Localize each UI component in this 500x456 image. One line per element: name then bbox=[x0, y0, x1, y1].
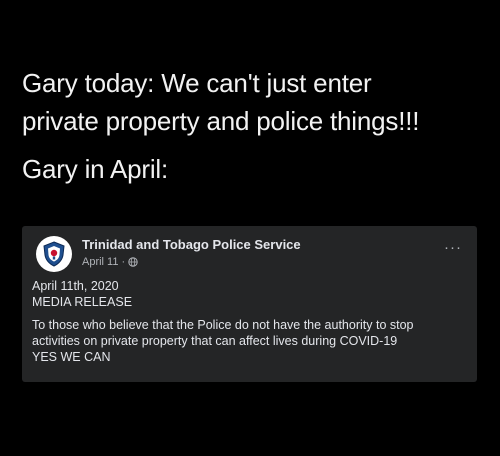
meta-separator: · bbox=[121, 256, 126, 268]
caption-line-2: private property and police things!!! bbox=[22, 106, 420, 136]
post-body-text-3: YES WE CAN bbox=[32, 350, 111, 364]
caption-line-3: Gary in April: bbox=[22, 154, 169, 184]
facebook-post-card: Trinidad and Tobago Police Service April… bbox=[22, 226, 477, 382]
post-body-text-2: activities on private property that can … bbox=[32, 334, 398, 348]
page-avatar[interactable] bbox=[36, 236, 72, 272]
more-options-button[interactable]: ··· bbox=[441, 240, 465, 256]
caption-line-1: Gary today: We can't just enter bbox=[22, 68, 372, 98]
globe-icon bbox=[128, 257, 138, 267]
meme-caption: Gary today: We can't just enter private … bbox=[22, 64, 492, 188]
post-body-text-1: To those who believe that the Police do … bbox=[32, 318, 414, 332]
post-body: April 11th, 2020 MEDIA RELEASE To those … bbox=[32, 278, 467, 365]
page-name-link[interactable]: Trinidad and Tobago Police Service bbox=[82, 237, 301, 252]
post-date[interactable]: April 11 bbox=[82, 256, 118, 268]
police-crest-icon bbox=[43, 241, 65, 267]
post-body-heading: MEDIA RELEASE bbox=[32, 295, 133, 309]
post-header: Trinidad and Tobago Police Service April… bbox=[36, 236, 465, 272]
post-meta: April 11 · bbox=[82, 256, 138, 268]
post-body-date: April 11th, 2020 bbox=[32, 279, 119, 293]
